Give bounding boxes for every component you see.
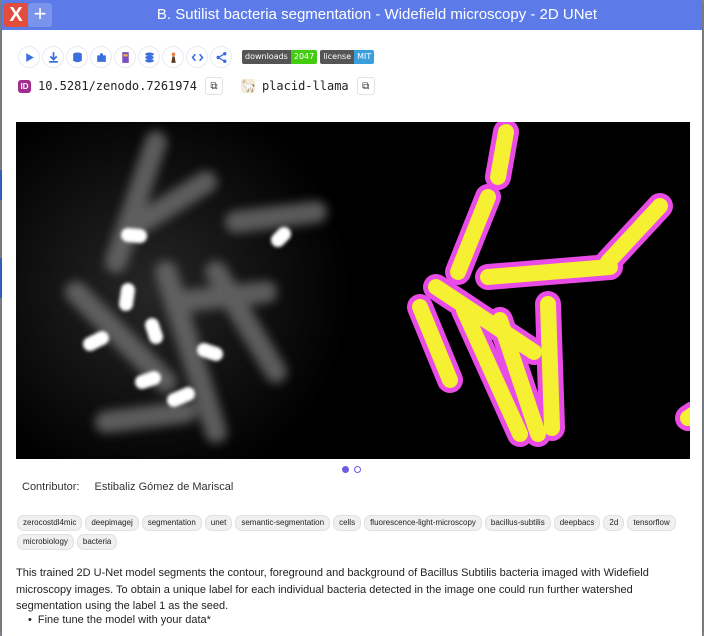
tag-chip[interactable]: microbiology [17, 534, 74, 550]
close-button[interactable]: X [4, 3, 28, 27]
tag-chip[interactable]: segmentation [141, 515, 202, 531]
badge-value: MIT [354, 50, 375, 64]
code-button[interactable] [186, 46, 208, 68]
share-icon [216, 51, 226, 63]
tag-chip[interactable]: unet [204, 515, 233, 531]
model-description: This trained 2D U-Net model segments the… [16, 567, 649, 612]
dialog-titlebar: X + B. Sutilist bacteria segmentation - … [2, 0, 702, 30]
tag-chip[interactable]: deepimagej [85, 515, 139, 531]
license-badge[interactable]: license MIT [320, 50, 375, 64]
play-icon [25, 52, 34, 62]
dataset-button[interactable] [66, 46, 88, 68]
carousel-dot[interactable] [354, 466, 361, 473]
tag-chip[interactable]: deepbacs [553, 515, 601, 531]
orcid-icon: ID [18, 79, 31, 93]
notebook-icon [121, 51, 129, 63]
doi-text: 10.5281/zenodo.7261974 [38, 79, 197, 93]
tag-chip[interactable]: 2d [603, 515, 625, 531]
tag-chip[interactable]: cells [333, 515, 362, 531]
input-image [16, 122, 352, 459]
llama-icon: 🦙 [240, 79, 256, 93]
carousel-dot[interactable] [342, 466, 349, 473]
tag-chip[interactable]: zerocostdl4mic [17, 515, 83, 531]
stack-button[interactable] [138, 46, 160, 68]
ilastik-icon [170, 52, 176, 63]
expand-button[interactable]: + [28, 3, 52, 27]
contributor-name: Estibaliz Gómez de Mariscal [94, 481, 234, 493]
tag-list: zerocostdl4mic deepimagej segmentation unet… [17, 515, 687, 550]
share-button[interactable] [210, 46, 232, 68]
nickname-text: placid-llama [261, 79, 349, 93]
badge-label: downloads [242, 50, 291, 64]
download-icon [48, 51, 58, 63]
cover-image-carousel[interactable] [16, 122, 690, 459]
carousel-indicators [342, 466, 361, 473]
ilastik-button[interactable] [162, 46, 184, 68]
downloads-badge[interactable]: downloads 2047 [242, 50, 318, 64]
tag-chip[interactable]: bacteria [76, 534, 118, 550]
output-mask [354, 122, 690, 459]
tag-chip[interactable]: tensorflow [627, 515, 676, 531]
contributor-line: Contributor: Estibaliz Gómez de Mariscal [22, 481, 233, 493]
contributor-label: Contributor: [22, 481, 80, 493]
dialog-title: B. Sutilist bacteria segmentation - Wide… [156, 6, 598, 23]
tag-chip[interactable]: fluorescence-light-microscopy [364, 515, 482, 531]
description-bullet: Fine tune the model with your data* [28, 614, 211, 626]
puzzle-icon [96, 52, 106, 62]
badge-value: 2047 [290, 50, 318, 64]
run-button[interactable] [18, 46, 40, 68]
badge-label: license [320, 50, 355, 64]
database-icon [72, 52, 82, 62]
download-button[interactable] [42, 46, 64, 68]
identifier-row: ID 10.5281/zenodo.7261974 ⧉ 🦙 placid-lla… [18, 76, 375, 96]
stack-icon [144, 52, 154, 62]
action-toolbar: downloads 2047 license MIT [18, 45, 375, 69]
notebook-button[interactable] [114, 46, 136, 68]
code-icon [191, 53, 203, 61]
copy-nickname-button[interactable]: ⧉ [356, 77, 375, 95]
badge-group: downloads 2047 license MIT [242, 50, 375, 64]
tag-chip[interactable]: semantic-segmentation [235, 515, 331, 531]
model-dialog: X + B. Sutilist bacteria segmentation - … [2, 0, 702, 636]
tag-chip[interactable]: bacillus-subtilis [484, 515, 551, 531]
copy-doi-button[interactable]: ⧉ [204, 77, 223, 95]
plugin-button[interactable] [90, 46, 112, 68]
